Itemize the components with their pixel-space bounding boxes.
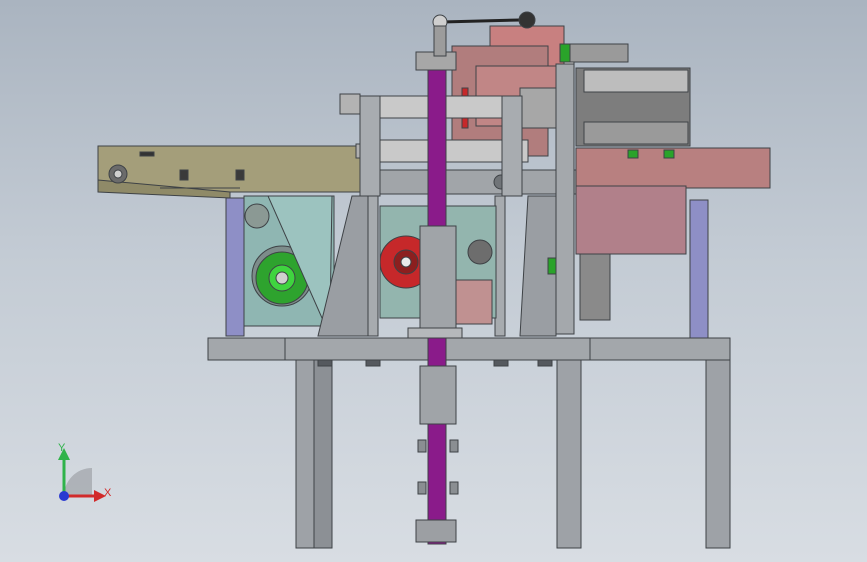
base-plate [207,337,731,367]
x-axis-label: X [104,487,112,499]
z-axis-origin [59,491,69,501]
y-axis-label: Y [58,442,66,454]
conveyor-arm [97,145,363,199]
machine-model[interactable] [0,0,867,562]
right-housing [547,59,771,321]
triad-plane-arc [64,468,92,496]
frame-legs [295,359,731,549]
cad-viewport[interactable]: Y X [0,0,867,562]
belt-drive-housing [243,195,335,327]
